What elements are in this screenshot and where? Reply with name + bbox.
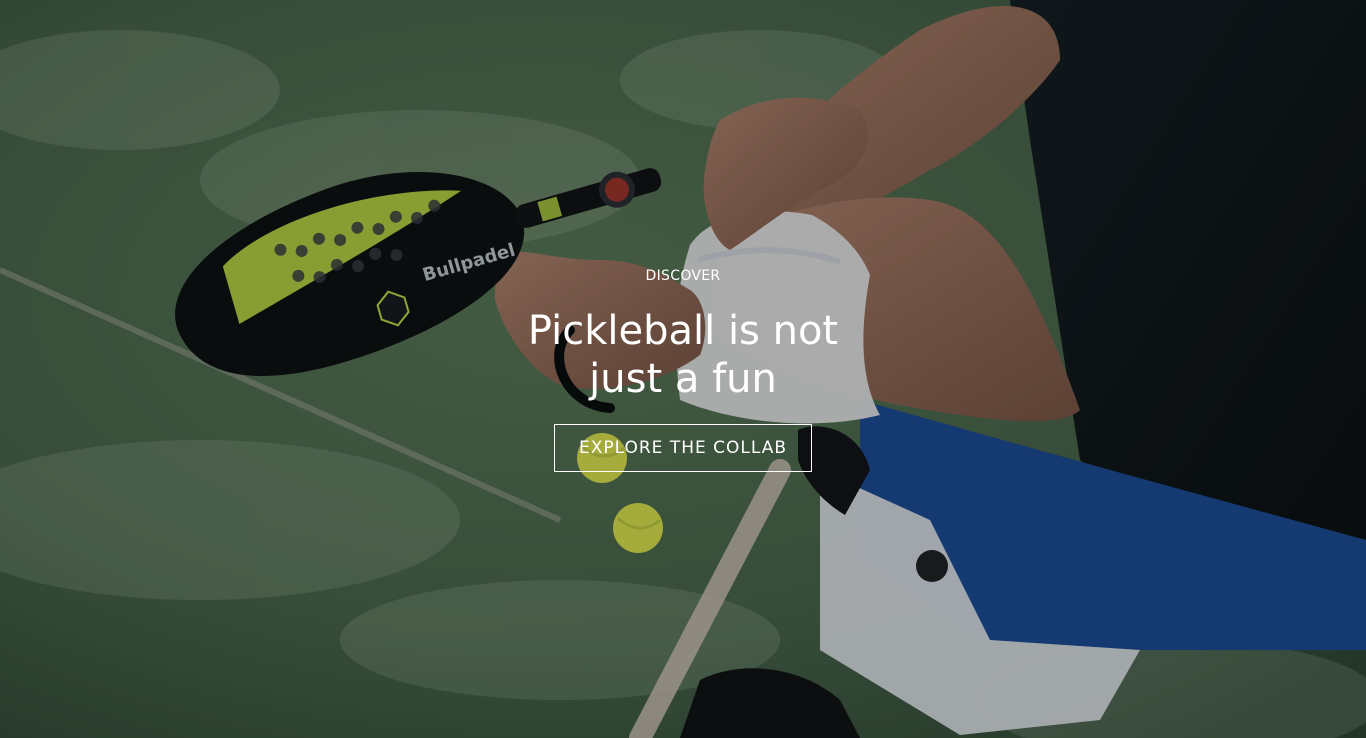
hero-kicker: DISCOVER — [645, 268, 721, 284]
explore-the-collab-button[interactable]: EXPLORE THE COLLAB — [554, 424, 812, 472]
hero-headline: Pickleball is not just a fun — [483, 307, 883, 403]
hero-headline-line-1: Pickleball is not — [527, 308, 839, 354]
hero-banner: Bullpadel DISCOVER Pickleball is not jus… — [0, 0, 1366, 738]
hero-headline-line-2: just a fun — [589, 356, 777, 402]
